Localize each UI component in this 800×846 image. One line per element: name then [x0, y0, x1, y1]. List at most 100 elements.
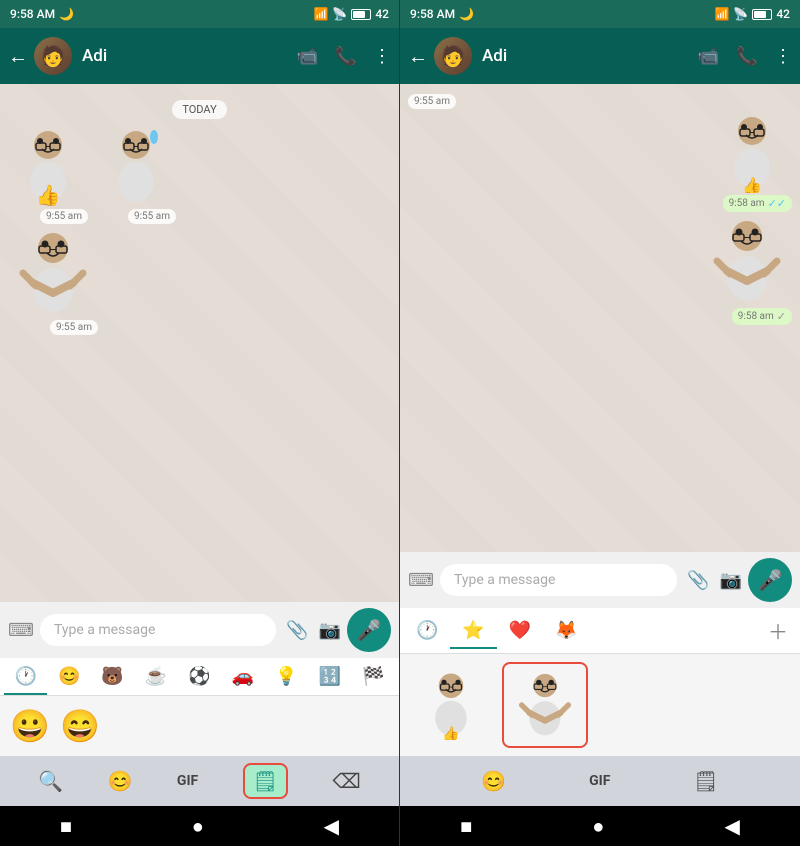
left-input-placeholder: Type a message: [54, 622, 155, 638]
right-phone-icon[interactable]: 📞: [736, 46, 758, 67]
right-status-icons: 📶 📡 42: [714, 7, 790, 21]
right-nav-square[interactable]: ■: [460, 814, 472, 839]
right-moon-icon: 🌙: [459, 7, 474, 21]
right-battery-box: [752, 9, 772, 20]
right-contact-name[interactable]: Adi: [482, 46, 697, 66]
right-sent-time-2: 9:58 am: [738, 311, 774, 322]
emoji-grinning[interactable]: 😀: [8, 704, 52, 748]
sticker-tab-star[interactable]: ⭐: [450, 612, 496, 649]
emoji-tab-smiley[interactable]: 😊: [47, 658, 90, 695]
left-bottom-keyboard: 🔍 😊 GIF 🗒 ⌫: [0, 756, 399, 806]
right-wifi-icon: 📶: [714, 7, 729, 21]
right-sent-time-1: 9:58 am: [729, 198, 765, 209]
left-back-button[interactable]: ←: [8, 44, 28, 69]
left-emoji-panel: 🕐 😊 🐻 ☕ ⚽ 🚗 💡 🔢 🏁 😀 😄: [0, 658, 399, 756]
left-nav-circle[interactable]: ●: [192, 814, 204, 839]
left-contact-name[interactable]: Adi: [82, 46, 296, 66]
left-msg-1: 👍 9:55 am: [8, 127, 88, 224]
right-avatar-image: 🧑: [434, 37, 472, 75]
left-time-1: 9:55 am: [40, 209, 88, 224]
right-msg-received-top: 9:55 am: [408, 92, 456, 109]
emoji-tab-sports[interactable]: ⚽: [178, 658, 221, 695]
left-attach-icon[interactable]: 📎: [286, 620, 308, 641]
right-keyboard-icon[interactable]: ⌨: [408, 570, 434, 591]
right-check-2: ✓: [777, 310, 786, 323]
status-time-left: 9:58 AM 🌙: [10, 7, 74, 21]
right-sticker-item-1[interactable]: 👍: [408, 662, 494, 748]
right-signal-icon: 📡: [733, 7, 748, 21]
left-phone-panel: 9:58 AM 🌙 📶 📡 42 ← 🧑 Adi 📹 📞 ⋮: [0, 0, 400, 846]
left-nav-bar: ■ ● ◀: [0, 806, 399, 846]
right-time-sent-1: 9:58 am ✓✓: [723, 195, 792, 212]
left-avatar[interactable]: 🧑: [34, 37, 72, 75]
emoji-tab-travel[interactable]: 🚗: [221, 658, 264, 695]
right-avatar[interactable]: 🧑: [434, 37, 472, 75]
left-video-call-icon[interactable]: 📹: [296, 46, 318, 67]
right-attach-icon[interactable]: 📎: [687, 570, 709, 591]
left-chat-area: TODAY 👍: [0, 84, 399, 602]
left-chat-header: ← 🧑 Adi 📹 📞 ⋮: [0, 28, 399, 84]
battery-fill: [353, 11, 364, 18]
sticker-add-pack[interactable]: ＋: [760, 608, 796, 653]
right-kb-gif[interactable]: GIF: [589, 773, 610, 789]
left-phone-icon[interactable]: 📞: [335, 46, 357, 67]
left-kb-emoji[interactable]: 😊: [108, 769, 133, 793]
emoji-tab-recent[interactable]: 🕐: [4, 658, 47, 695]
left-time-3: 9:55 am: [50, 320, 98, 335]
time-text-2: 9:55 am: [134, 211, 170, 222]
emoji-tab-food[interactable]: ☕: [134, 658, 177, 695]
left-kb-sticker[interactable]: 🗒: [243, 763, 288, 799]
time-text-1: 9:55 am: [46, 211, 82, 222]
left-kb-backspace[interactable]: ⌫: [333, 769, 361, 793]
sticker-tab-heart[interactable]: ❤️: [497, 612, 543, 649]
right-msg-sent-2: 9:58 am ✓: [702, 216, 792, 325]
right-battery-fill: [754, 11, 765, 18]
left-input-area: ⌨ Type a message 📎 📷 🎤: [0, 602, 399, 658]
left-mic-button[interactable]: 🎤: [347, 608, 391, 652]
right-bottom-keyboard: 😊 GIF 🗒: [400, 756, 800, 806]
date-label: TODAY: [8, 98, 391, 117]
right-mic-button[interactable]: 🎤: [748, 558, 792, 602]
sticker-shrug: [8, 228, 98, 318]
right-check-1: ✓✓: [768, 197, 786, 210]
right-time: 9:58 AM: [410, 7, 455, 21]
sticker-tab-fox[interactable]: 🦊: [543, 612, 589, 649]
wifi-icon: 📶: [313, 7, 328, 21]
right-nav-circle[interactable]: ●: [592, 814, 604, 839]
right-video-call-icon[interactable]: 📹: [697, 46, 719, 67]
left-kb-search[interactable]: 🔍: [38, 769, 63, 793]
svg-text:👍: 👍: [36, 183, 61, 207]
date-text: TODAY: [172, 100, 226, 119]
right-input-area: ⌨ Type a message 📎 📷 🎤: [400, 552, 800, 608]
right-sticker-panel: 🕐 ⭐ ❤️ 🦊 ＋ 👍: [400, 608, 800, 756]
right-kb-emoji[interactable]: 😊: [481, 769, 506, 793]
right-status-time: 9:58 AM 🌙: [410, 7, 474, 21]
right-time-text-top: 9:55 am: [414, 96, 450, 107]
right-message-input[interactable]: Type a message: [440, 564, 677, 596]
left-nav-square[interactable]: ■: [60, 814, 72, 839]
right-camera-icon[interactable]: 📷: [720, 570, 742, 591]
emoji-beaming[interactable]: 😄: [58, 704, 102, 748]
left-keyboard-icon[interactable]: ⌨: [8, 620, 34, 641]
left-nav-back[interactable]: ◀: [324, 814, 339, 838]
right-phone-panel: 9:58 AM 🌙 📶 📡 42 ← 🧑 Adi 📹 📞 ⋮ 9:55: [400, 0, 800, 846]
right-nav-back[interactable]: ◀: [725, 814, 740, 838]
right-kb-sticker[interactable]: 🗒: [693, 769, 718, 793]
emoji-tab-animal[interactable]: 🐻: [91, 658, 134, 695]
battery-left: [351, 9, 371, 20]
left-more-icon[interactable]: ⋮: [373, 46, 391, 67]
right-sticker-item-2[interactable]: [502, 662, 588, 748]
left-kb-gif[interactable]: GIF: [177, 773, 198, 789]
right-more-icon[interactable]: ⋮: [774, 46, 792, 67]
left-camera-icon[interactable]: 📷: [319, 620, 341, 641]
left-message-input[interactable]: Type a message: [40, 614, 276, 646]
emoji-tab-symbols[interactable]: 🔢: [308, 658, 351, 695]
emoji-tab-flags[interactable]: 🏁: [352, 658, 395, 695]
emoji-tab-objects[interactable]: 💡: [265, 658, 308, 695]
left-emoji-tabs: 🕐 😊 🐻 ☕ ⚽ 🚗 💡 🔢 🏁: [0, 658, 399, 696]
left-time: 9:58 AM: [10, 7, 55, 21]
left-sticker-row-1: 👍 9:55 am: [8, 127, 176, 224]
right-status-bar: 9:58 AM 🌙 📶 📡 42: [400, 0, 800, 28]
sticker-tab-recent[interactable]: 🕐: [404, 612, 450, 649]
right-back-button[interactable]: ←: [408, 44, 428, 69]
